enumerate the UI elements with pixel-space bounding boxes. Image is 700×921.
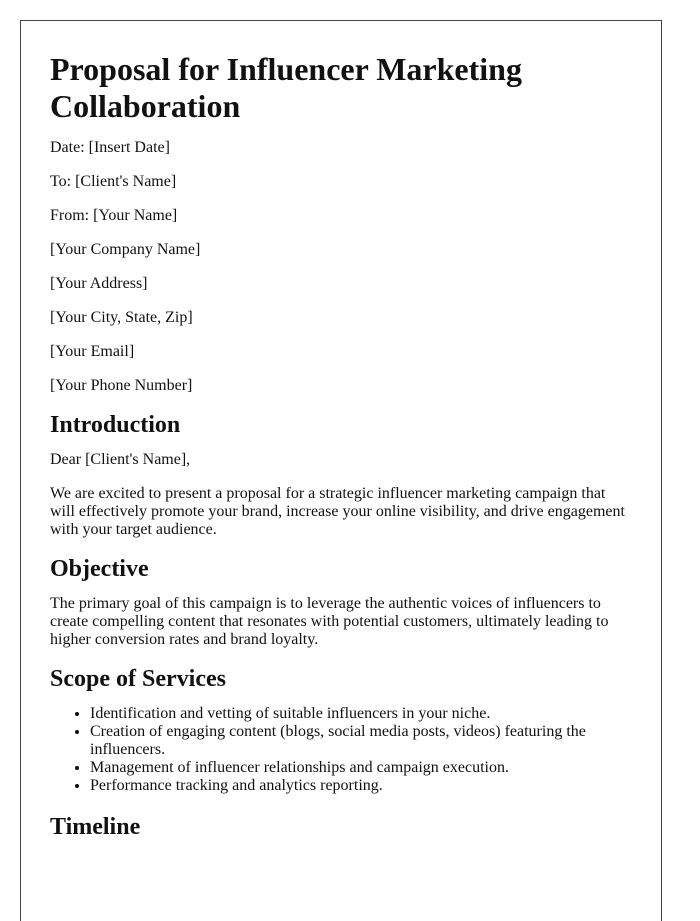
timeline-heading: Timeline [50, 814, 141, 840]
introduction-heading: Introduction [50, 412, 181, 438]
phone-line: [Your Phone Number] [50, 377, 193, 394]
to-line: To: [Client's Name] [50, 173, 177, 190]
company-name-line: [Your Company Name] [50, 241, 201, 258]
address-line: [Your Address] [50, 275, 148, 292]
list-item: Performance tracking and analytics repor… [90, 777, 632, 795]
city-state-zip-line: [Your City, State, Zip] [50, 309, 193, 326]
introduction-body: We are excited to present a proposal for… [50, 485, 625, 538]
scope-heading: Scope of Services [50, 666, 226, 692]
scope-list: Identification and vetting of suitable i… [50, 705, 632, 795]
proposal-document: Proposal for Influencer Marketing Collab… [20, 20, 662, 921]
email-line: [Your Email] [50, 343, 135, 360]
objective-heading: Objective [50, 556, 149, 582]
list-item: Management of influencer relationships a… [90, 759, 632, 777]
date-line: Date: [Insert Date] [50, 139, 170, 156]
objective-body: The primary goal of this campaign is to … [50, 595, 609, 648]
list-item: Creation of engaging content (blogs, soc… [90, 723, 632, 759]
sender-recipient-block: Date: [Insert Date] To: [Client's Name] … [50, 139, 632, 395]
salutation: Dear [Client's Name], [50, 451, 191, 468]
list-item: Identification and vetting of suitable i… [90, 705, 632, 723]
document-title: Proposal for Influencer Marketing Collab… [50, 51, 522, 124]
from-line: From: [Your Name] [50, 207, 178, 224]
